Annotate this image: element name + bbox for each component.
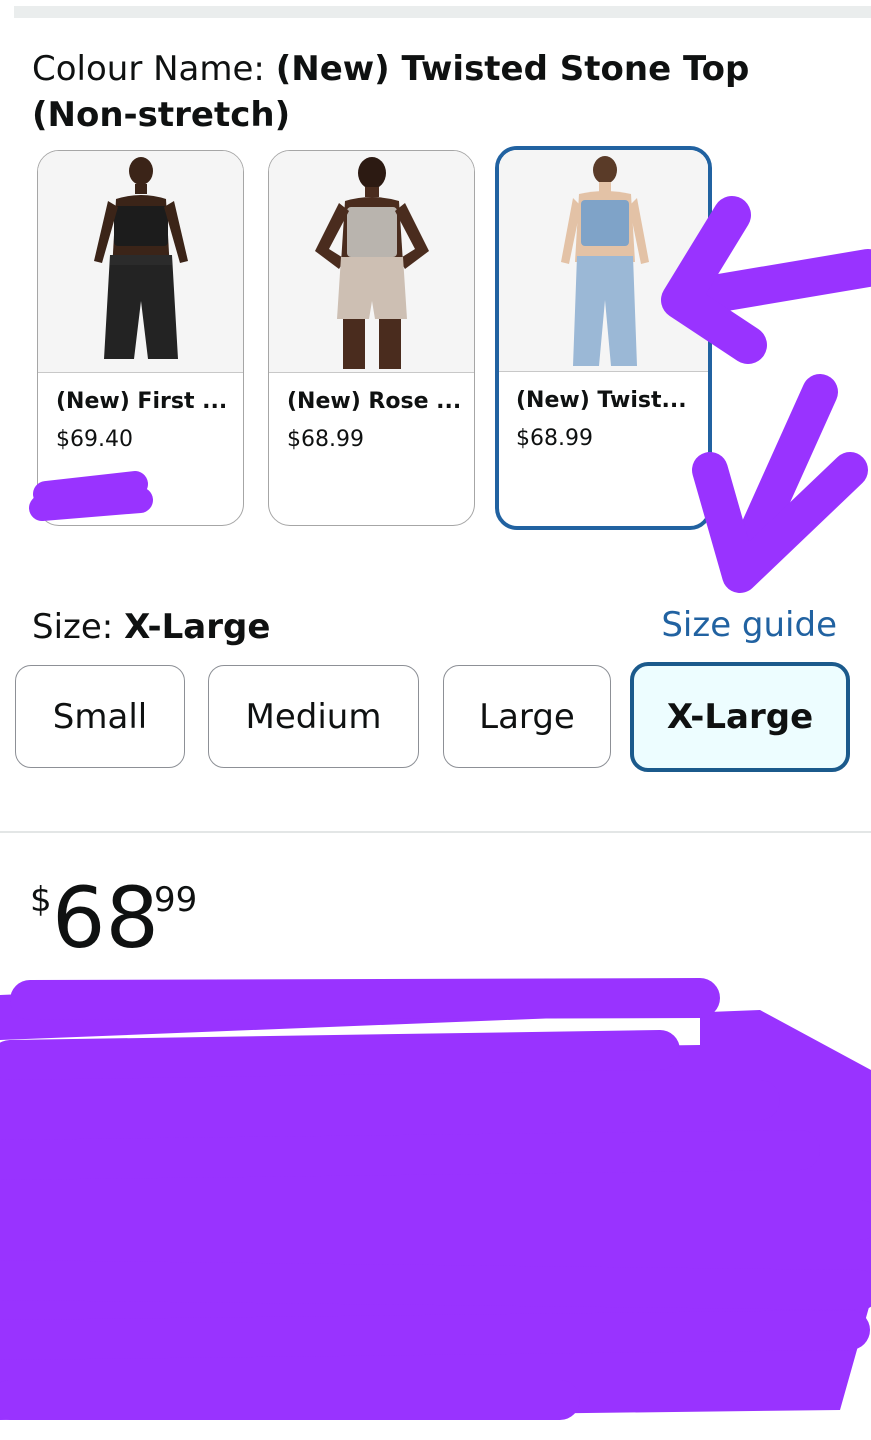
size-option-large[interactable]: Large bbox=[443, 665, 611, 768]
price-whole: 68 bbox=[52, 869, 159, 967]
colour-swatch-rose[interactable]: (New) Rose ... $68.99 bbox=[268, 150, 475, 526]
colour-swatch-first[interactable]: (New) First ... $69.40 bbox=[37, 150, 244, 526]
model-figure-icon bbox=[269, 151, 474, 372]
arrow-left-icon bbox=[671, 249, 871, 317]
size-option-small[interactable]: Small bbox=[15, 665, 185, 768]
price-fraction: 99 bbox=[154, 880, 198, 920]
size-heading: Size: X-Large bbox=[32, 605, 270, 649]
swatch-name: (New) Twist... bbox=[516, 388, 687, 413]
size-option-x-large[interactable]: X-Large bbox=[630, 662, 850, 772]
swatch-price: $68.99 bbox=[287, 427, 364, 452]
swatch-price: $69.40 bbox=[56, 427, 133, 452]
swatch-image bbox=[269, 151, 474, 373]
size-label: Size: bbox=[32, 607, 125, 647]
section-divider bbox=[0, 831, 871, 833]
top-divider bbox=[14, 6, 871, 18]
colour-swatch-twisted-stone[interactable]: (New) Twist... $68.99 bbox=[495, 146, 712, 530]
colour-name-heading: Colour Name: (New) Twisted Stone Top (No… bbox=[32, 46, 832, 138]
size-option-medium[interactable]: Medium bbox=[208, 665, 419, 768]
swatch-image bbox=[38, 151, 243, 373]
swatch-name: (New) First ... bbox=[56, 389, 228, 414]
model-figure-icon bbox=[499, 150, 708, 371]
arrow-down-icon bbox=[722, 374, 838, 588]
swatch-name: (New) Rose ... bbox=[287, 389, 462, 414]
redaction-block bbox=[0, 985, 871, 1420]
size-guide-link[interactable]: Size guide bbox=[661, 603, 837, 647]
redaction-scribble-large bbox=[0, 978, 871, 1420]
price-currency-symbol: $ bbox=[30, 880, 52, 920]
arrowhead-down-icon bbox=[692, 452, 868, 593]
size-value: X-Large bbox=[124, 607, 271, 647]
model-figure-icon bbox=[38, 151, 243, 372]
top-strip bbox=[0, 0, 871, 18]
swatch-price: $68.99 bbox=[516, 426, 593, 451]
colour-name-label: Colour Name: bbox=[32, 49, 276, 89]
swatch-image bbox=[499, 150, 708, 372]
